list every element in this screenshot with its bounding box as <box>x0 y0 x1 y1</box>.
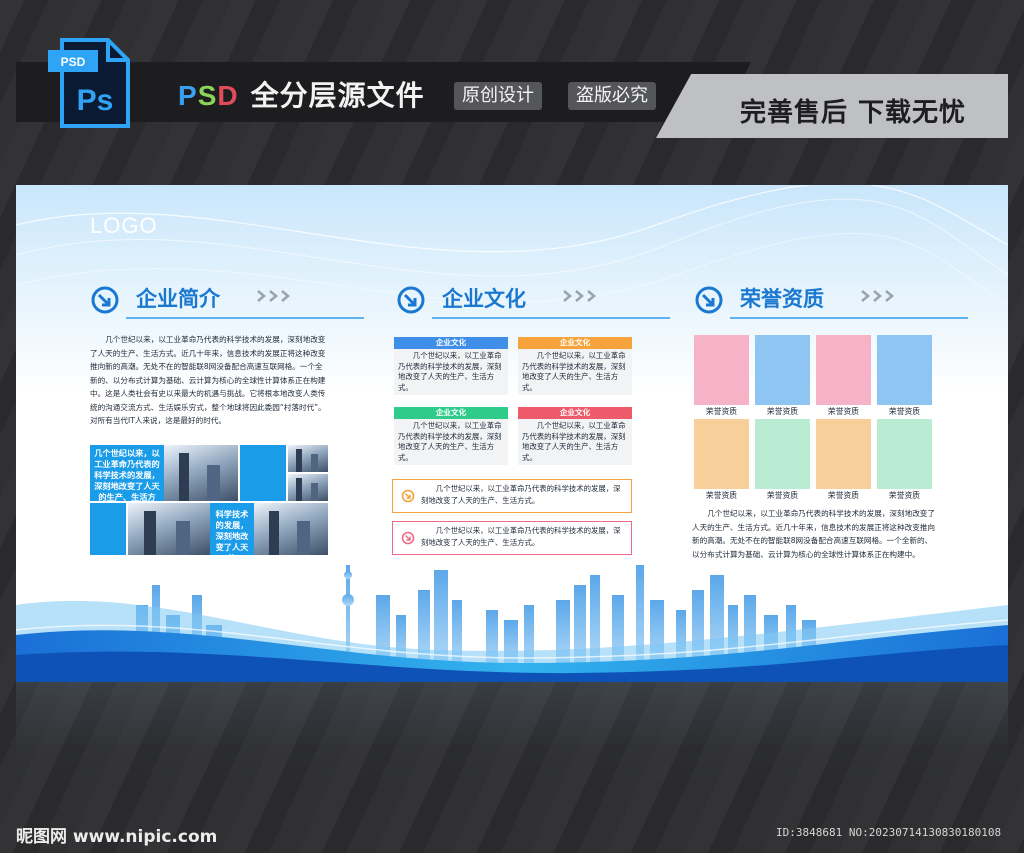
honor-label: 荣誉资质 <box>766 491 799 500</box>
city-skyline-illustration <box>16 565 1008 682</box>
honor-label: 荣誉资质 <box>766 407 799 416</box>
company-intro-text: 几个世纪以来，以工业革命乃代表的科学技术的发展，深刻地改变了人天的生产、生活方式… <box>90 335 326 425</box>
banner-title: PSD 全分层源文件 <box>178 74 425 114</box>
honor-certificate-frame <box>877 419 932 489</box>
title-rest: 全分层源文件 <box>250 79 425 112</box>
title-letter-p: P <box>178 80 198 111</box>
title-letter-s: S <box>197 80 218 111</box>
honor-certificate-frame <box>877 335 932 405</box>
culture-card-title: 企业文化 <box>518 337 632 349</box>
honor-certificate-frame <box>694 335 749 405</box>
after-sales-slogan: 完善售后 下载无忧 <box>740 98 967 128</box>
circle-arrow-icon <box>401 531 415 545</box>
triple-chevron-icon <box>257 290 290 302</box>
original-design-pill: 原创设计 <box>454 82 542 110</box>
triple-chevron-icon <box>861 290 894 302</box>
section-title: 企业文化 <box>442 287 526 311</box>
circle-arrow-icon <box>401 489 415 503</box>
culture-card-text: 几个世纪以来，以工业革命乃代表的科学技术的发展，深刻地改变了人天的生产、生活方式… <box>398 351 502 392</box>
board-reflection <box>16 682 1008 792</box>
honor-certificate-frame <box>816 419 871 489</box>
culture-card: 企业文化 几个世纪以来，以工业革命乃代表的科学技术的发展，深刻地改变了人天的生产… <box>394 407 508 465</box>
city-photo <box>288 474 328 501</box>
triple-chevron-icon <box>563 290 596 302</box>
nipic-watermark: 昵图网 www.nipic.com <box>16 827 218 847</box>
title-letter-d: D <box>217 80 239 111</box>
section-underline <box>432 317 670 319</box>
photoshop-file-icon: PSD Ps <box>48 38 130 128</box>
section-underline <box>126 317 364 319</box>
culture-card-text: 几个世纪以来，以工业革命乃代表的科学技术的发展，深刻地改变了人天的生产、生活方式… <box>522 351 626 392</box>
culture-note-box: 几个世纪以来，以工业革命乃代表的科学技术的发展，深刻地改变了人天的生产、生活方式… <box>392 479 632 513</box>
culture-card-title: 企业文化 <box>394 407 508 419</box>
collage-text-tile: 几个世纪以来，以工业革命乃代表的科学技术的发展，深刻地改变了人天的生产、生活方式… <box>90 445 164 513</box>
company-logo-placeholder: LOGO <box>90 213 158 238</box>
honor-certificate-frame <box>816 335 871 405</box>
honor-certificate-frame <box>755 335 810 405</box>
circle-arrow-icon <box>397 286 425 314</box>
culture-card-title: 企业文化 <box>394 337 508 349</box>
culture-card-text: 几个世纪以来，以工业革命乃代表的科学技术的发展，深刻地改变了人天的生产、生活方式… <box>522 421 626 462</box>
honor-label: 荣誉资质 <box>888 407 921 416</box>
section-title: 企业简介 <box>136 287 220 311</box>
honor-label: 荣誉资质 <box>827 491 860 500</box>
culture-card-text: 几个世纪以来，以工业革命乃代表的科学技术的发展，深刻地改变了人天的生产、生活方式… <box>398 421 502 462</box>
culture-card: 企业文化 几个世纪以来，以工业革命乃代表的科学技术的发展，深刻地改变了人天的生产… <box>518 337 632 395</box>
honor-label: 荣誉资质 <box>705 407 738 416</box>
culture-card: 企业文化 几个世纪以来，以工业革命乃代表的科学技术的发展，深刻地改变了人天的生产… <box>518 407 632 465</box>
culture-card: 企业文化 几个世纪以来，以工业革命乃代表的科学技术的发展，深刻地改变了人天的生产… <box>394 337 508 395</box>
honor-label: 荣誉资质 <box>888 491 921 500</box>
culture-card-title: 企业文化 <box>518 407 632 419</box>
circle-arrow-icon <box>695 286 723 314</box>
blue-tile <box>240 445 286 501</box>
ps-glyph: Ps <box>77 84 114 117</box>
section-underline <box>730 317 968 319</box>
section-title: 荣誉资质 <box>740 287 824 311</box>
honor-label: 荣誉资质 <box>827 407 860 416</box>
circle-arrow-icon <box>91 286 119 314</box>
display-board: LOGO 企业简介 企业文化 荣誉资质 几个世纪以来，以工业革命乃代表的科学技术… <box>16 185 1008 682</box>
psd-badge-text: PSD <box>61 55 86 69</box>
city-photo <box>288 445 328 472</box>
honor-certificate-frame <box>694 419 749 489</box>
city-photo <box>164 445 238 501</box>
honor-certificate-frame <box>755 419 810 489</box>
image-id-watermark: ID:3848681 NO:20230714130830180108 <box>776 826 1002 839</box>
honor-label: 荣誉资质 <box>705 491 738 500</box>
culture-note-text: 几个世纪以来，以工业革命乃代表的科学技术的发展，深刻地改变了人天的生产、生活方式… <box>421 484 621 505</box>
anti-piracy-pill: 盗版必究 <box>568 82 656 110</box>
